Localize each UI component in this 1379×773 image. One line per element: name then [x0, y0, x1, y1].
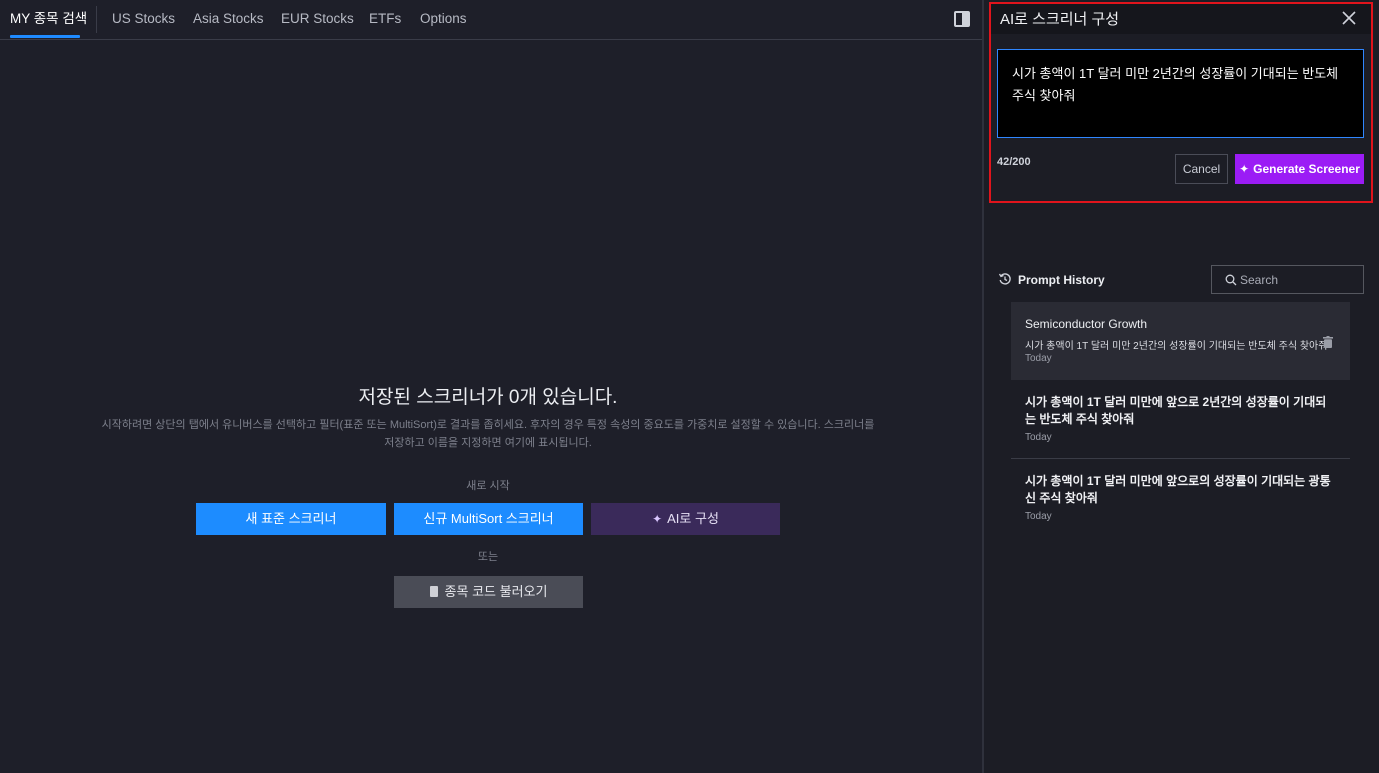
history-item[interactable]: 시가 총액이 1T 달러 미만에 앞으로의 성장률이 기대되는 광통신 주식 찾… — [1011, 463, 1350, 533]
history-icon — [998, 273, 1011, 285]
cancel-button[interactable]: Cancel — [1175, 154, 1228, 184]
new-multisort-screener-label: 신규 MultiSort 스크리너 — [423, 511, 554, 526]
tab-us-stocks[interactable]: US Stocks — [112, 0, 175, 39]
or-label: 또는 — [477, 551, 499, 563]
history-search-input[interactable]: Search — [1211, 265, 1364, 294]
history-item-prompt: 시가 총액이 1T 달러 미만 2년간의 성장률이 기대되는 반도체 주식 찾아… — [1025, 341, 1328, 352]
trash-icon[interactable] — [1323, 336, 1333, 348]
tab-divider — [96, 6, 97, 33]
import-tickers-button[interactable]: 종목 코드 불러오기 — [394, 576, 583, 608]
import-icon — [429, 586, 438, 597]
history-divider — [1011, 458, 1350, 459]
tab-options[interactable]: Options — [420, 0, 467, 39]
new-standard-screener-button[interactable]: 새 표준 스크리너 — [196, 503, 386, 535]
prompt-history-title: Prompt History — [1018, 273, 1105, 287]
empty-state-description: 시작하려면 상단의 탭에서 유니버스를 선택하고 필터(표준 또는 MultiS… — [101, 419, 875, 449]
start-new-label: 새로 시작 — [466, 480, 510, 492]
char-count: 42/200 — [997, 156, 1031, 168]
tab-eur-stocks[interactable]: EUR Stocks — [281, 0, 354, 39]
main-panel: MY 종목 검색 US Stocks Asia Stocks EUR Stock… — [0, 0, 982, 773]
tab-my-screener[interactable]: MY 종목 검색 — [10, 0, 87, 39]
history-item-date: Today — [1025, 511, 1052, 522]
history-item-prompt: 시가 총액이 1T 달러 미만에 앞으로의 성장률이 기대되는 광통신 주식 찾… — [1025, 474, 1331, 505]
empty-state-title: 저장된 스크리너가 0개 있습니다. — [358, 387, 618, 408]
ai-build-button[interactable]: ✦ AI로 구성 — [591, 503, 780, 535]
tab-bar: MY 종목 검색 US Stocks Asia Stocks EUR Stock… — [0, 0, 982, 40]
history-item[interactable]: 시가 총액이 1T 달러 미만에 앞으로 2년간의 성장률이 기대되는 반도체 … — [1011, 384, 1350, 454]
new-standard-screener-label: 새 표준 스크리너 — [245, 511, 337, 526]
panel-toggle-icon[interactable] — [954, 11, 970, 27]
active-tab-indicator — [10, 35, 80, 38]
history-item-name: Semiconductor Growth — [1025, 317, 1148, 331]
generate-screener-label: Generate Screener — [1253, 162, 1360, 176]
sparkle-icon: ✦ — [1239, 162, 1250, 176]
new-multisort-screener-button[interactable]: 신규 MultiSort 스크리너 — [394, 503, 583, 535]
tab-etfs[interactable]: ETFs — [369, 0, 401, 39]
ai-screener-dialog: AI로 스크리너 구성 시가 총액이 1T 달러 미만 2년간의 성장률이 기대… — [989, 2, 1373, 203]
history-item-date: Today — [1025, 432, 1052, 443]
history-item-prompt: 시가 총액이 1T 달러 미만에 앞으로 2년간의 성장률이 기대되는 반도체 … — [1025, 395, 1327, 426]
history-item[interactable]: Semiconductor Growth 시가 총액이 1T 달러 미만 2년간… — [1011, 302, 1350, 380]
ai-build-label: AI로 구성 — [667, 511, 719, 526]
search-icon — [1225, 274, 1237, 286]
import-tickers-label: 종목 코드 불러오기 — [444, 584, 548, 599]
ai-dialog-title: AI로 스크리너 구성 — [1000, 11, 1120, 28]
generate-screener-button[interactable]: ✦ Generate Screener — [1235, 154, 1364, 184]
ai-dialog-header: AI로 스크리너 구성 — [991, 4, 1371, 34]
history-item-date: Today — [1025, 353, 1052, 364]
app-window: MY 종목 검색 US Stocks Asia Stocks EUR Stock… — [0, 0, 1379, 773]
sparkle-icon: ✦ — [652, 512, 663, 526]
search-placeholder: Search — [1240, 273, 1279, 287]
tab-asia-stocks[interactable]: Asia Stocks — [193, 0, 264, 39]
prompt-input[interactable]: 시가 총액이 1T 달러 미만 2년간의 성장률이 기대되는 반도체 주식 찾아… — [997, 49, 1364, 138]
close-icon[interactable] — [1341, 10, 1357, 26]
